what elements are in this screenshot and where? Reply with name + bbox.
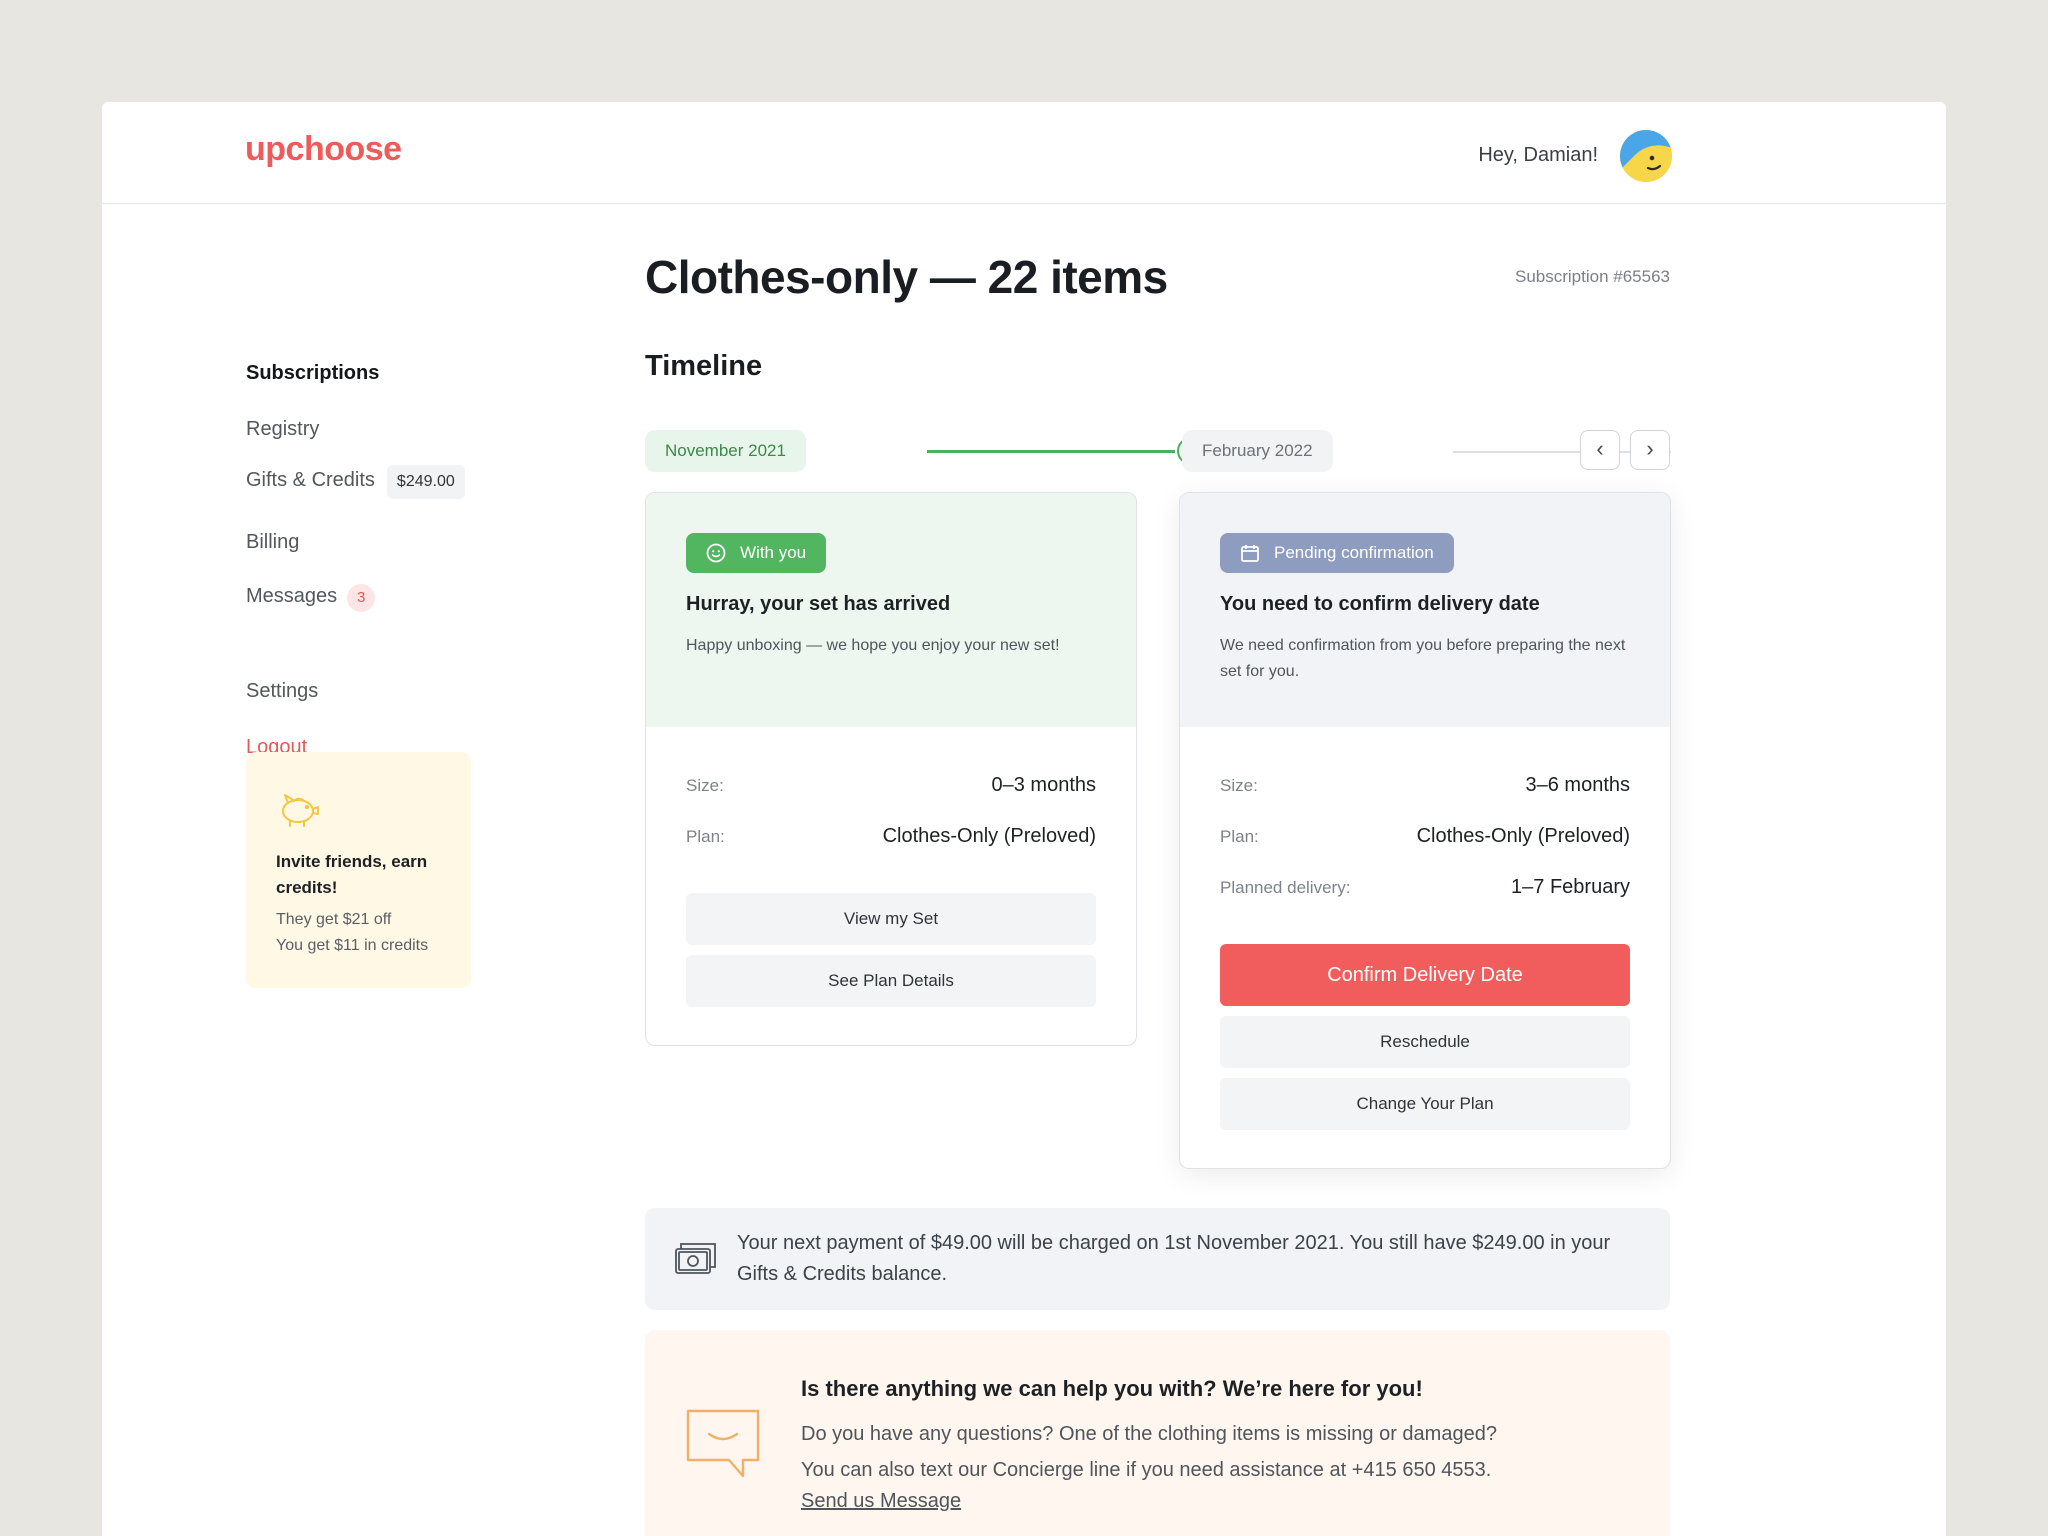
invite-description: They get $21 off You get $11 in credits [276, 907, 466, 959]
timeline-prev-button[interactable]: ‹ [1580, 430, 1620, 470]
logo[interactable]: upchoose [245, 130, 402, 169]
plan-label: Plan: [686, 827, 725, 846]
change-plan-button[interactable]: Change Your Plan [1220, 1078, 1630, 1130]
reschedule-button[interactable]: Reschedule [1220, 1016, 1630, 1068]
card-heading: You need to confirm delivery date [1220, 593, 1540, 615]
sidebar-item-settings[interactable]: Settings [246, 680, 318, 703]
status-badge: With you [686, 533, 827, 573]
help-line-1: Do you have any questions? One of the cl… [801, 1423, 1497, 1445]
sidebar-item-label: Settings [246, 680, 319, 702]
card-header: With you Hurray, your set has arrived Ha… [646, 493, 1136, 727]
size-value: 3–6 months [1525, 774, 1630, 796]
size-label: Size: [1220, 776, 1258, 795]
sidebar-item-label: Messages [246, 585, 338, 607]
size-label: Size: [686, 776, 724, 795]
help-line-2: You can also text our Concierge line if … [801, 1459, 1492, 1481]
chat-bubble-icon [686, 1409, 760, 1478]
sidebar-item-label: Subscriptions [246, 362, 380, 384]
see-plan-details-button[interactable]: See Plan Details [686, 955, 1096, 1007]
payment-notice: Your next payment of $49.00 will be char… [645, 1208, 1670, 1310]
card-description: Happy unboxing — we hope you enjoy your … [686, 637, 1060, 654]
card-header: Pending confirmation You need to confirm… [1180, 493, 1670, 727]
invite-line-1: They get $21 off [276, 911, 392, 928]
plan-label: Plan: [1220, 827, 1259, 846]
current-set-card: With you Hurray, your set has arrived Ha… [645, 492, 1137, 1046]
help-card: Is there anything we can help you with? … [645, 1330, 1670, 1536]
sidebar-item-registry[interactable]: Registry [246, 418, 319, 441]
card-heading: Hurray, your set has arrived [686, 593, 951, 615]
confirm-delivery-date-button[interactable]: Confirm Delivery Date [1220, 944, 1630, 1006]
view-my-set-button[interactable]: View my Set [686, 893, 1096, 945]
planned-delivery-value: 1–7 February [1511, 876, 1630, 898]
sidebar-item-label: Billing [246, 531, 300, 553]
sidebar-item-gifts-credits[interactable]: Gifts & Credits $249.00 [246, 465, 465, 499]
plan-value: Clothes-Only (Preloved) [1416, 825, 1630, 847]
send-message-link[interactable]: Send us Message [801, 1490, 961, 1513]
calendar-icon [1241, 545, 1259, 562]
status-badge: Pending confirmation [1220, 533, 1454, 573]
page-title: Clothes-only — 22 items [645, 251, 1168, 303]
section-title-timeline: Timeline [645, 350, 763, 382]
unread-count-badge: 3 [347, 584, 376, 612]
invite-title: Invite friends, earn credits! [276, 852, 428, 897]
planned-delivery-label: Planned delivery: [1220, 878, 1351, 897]
cash-icon [675, 1243, 716, 1274]
sidebar-item-messages[interactable]: Messages 3 [246, 584, 376, 612]
main-content: Clothes-only — 22 items Subscription #65… [645, 102, 1671, 1536]
next-set-card: Pending confirmation You need to confirm… [1179, 492, 1671, 1169]
sidebar-item-label: Gifts & Credits [246, 469, 375, 491]
help-description: Do you have any questions? One of the cl… [801, 1416, 1621, 1488]
credit-balance-badge: $249.00 [386, 465, 465, 499]
app-window: upchoose Hey, Damian! Subscriptions Regi… [102, 102, 1946, 1536]
sidebar-item-subscriptions[interactable]: Subscriptions [246, 362, 379, 385]
invite-line-2: You get $11 in credits [276, 937, 429, 954]
subscription-id: Subscription #65563 [1514, 267, 1670, 286]
timeline-next-month[interactable]: February 2022 [1182, 430, 1333, 472]
sidebar-item-billing[interactable]: Billing [246, 531, 299, 554]
status-label: With you [740, 543, 807, 562]
timeline-next-button[interactable]: › [1630, 430, 1670, 470]
sidebar-item-label: Registry [246, 418, 320, 440]
card-description: We need confirmation from you before pre… [1220, 637, 1626, 680]
invite-friends-card[interactable]: Invite friends, earn credits! They get $… [246, 752, 471, 988]
plan-value: Clothes-Only (Preloved) [882, 825, 1096, 847]
chevron-left-icon: ‹ [1596, 436, 1604, 461]
timeline-progress-line [927, 450, 1175, 453]
help-heading: Is there anything we can help you with? … [801, 1376, 1423, 1401]
timeline-current-month[interactable]: November 2021 [645, 430, 806, 472]
size-value: 0–3 months [991, 774, 1096, 796]
payment-notice-text: Your next payment of $49.00 will be char… [737, 1232, 1611, 1285]
chevron-right-icon: › [1646, 436, 1654, 461]
piggy-bank-icon [282, 794, 319, 827]
smiley-icon [706, 543, 726, 563]
status-label: Pending confirmation [1274, 543, 1434, 562]
